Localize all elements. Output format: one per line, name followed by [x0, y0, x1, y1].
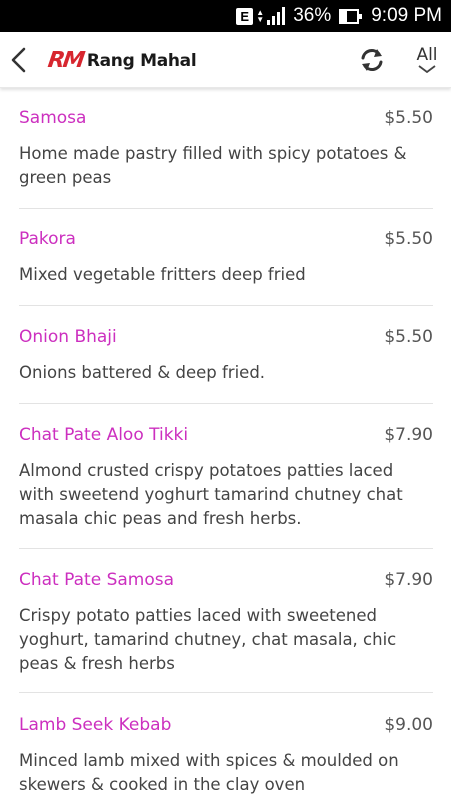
item-price: $7.90: [384, 425, 433, 445]
item-price: $9.00: [384, 715, 433, 735]
menu-item[interactable]: Chat Pate Aloo Tikki $7.90 Almond cruste…: [19, 425, 433, 531]
refresh-button[interactable]: [358, 46, 386, 74]
item-description: Onions battered & deep fried.: [19, 363, 266, 382]
app-bar: RM Rang Mahal All: [0, 32, 451, 88]
item-price: $5.50: [384, 327, 433, 347]
divider: [19, 208, 433, 209]
status-bar: E ▲ ▼ 36% 9:09 PM: [0, 0, 451, 32]
divider: [19, 548, 433, 549]
network-type-badge: E: [236, 7, 254, 25]
item-name: Chat Pate Aloo Tikki: [19, 425, 189, 445]
item-price: $7.90: [384, 570, 433, 590]
item-name: Chat Pate Samosa: [19, 570, 175, 590]
battery-percent: 36%: [293, 5, 332, 26]
item-name: Lamb Seek Kebab: [19, 715, 172, 735]
menu-item[interactable]: Pakora $5.50 Mixed vegetable fritters de…: [19, 229, 433, 287]
back-arrow-icon: [11, 47, 26, 73]
back-button[interactable]: [8, 46, 30, 74]
item-price: $5.50: [384, 229, 433, 249]
logo-text: Rang Mahal: [86, 50, 197, 71]
status-time: 9:09 PM: [371, 5, 442, 26]
signal-strength-icon: [267, 7, 286, 25]
menu-item[interactable]: Chat Pate Samosa $7.90 Crispy potato pat…: [19, 570, 433, 676]
item-price: $5.50: [384, 108, 433, 128]
battery-icon: [339, 8, 363, 24]
logo-mark: RM: [46, 48, 85, 73]
item-name: Samosa: [19, 108, 87, 128]
divider: [19, 692, 433, 693]
data-activity-icon: ▲ ▼: [256, 8, 265, 24]
item-description: Minced lamb mixed with spices & moulded …: [19, 751, 399, 794]
menu-item[interactable]: Onion Bhaji $5.50 Onions battered & deep…: [19, 327, 433, 385]
chevron-down-icon: [418, 65, 436, 73]
menu-item[interactable]: Samosa $5.50 Home made pastry filled wit…: [19, 108, 433, 190]
item-description: Crispy potato patties laced with sweeten…: [19, 606, 397, 673]
item-description: Home made pastry filled with spicy potat…: [19, 144, 407, 187]
divider: [19, 305, 433, 306]
category-filter-dropdown[interactable]: All: [412, 46, 442, 80]
brand-logo: RM Rang Mahal: [46, 48, 197, 73]
refresh-icon: [361, 49, 383, 71]
item-description: Mixed vegetable fritters deep fried: [19, 265, 306, 284]
filter-label: All: [416, 45, 438, 65]
item-name: Onion Bhaji: [19, 327, 117, 347]
item-description: Almond crusted crispy potatoes patties l…: [19, 461, 403, 528]
item-name: Pakora: [19, 229, 76, 249]
divider: [19, 403, 433, 404]
menu-item[interactable]: Lamb Seek Kebab $9.00 Minced lamb mixed …: [19, 715, 433, 797]
